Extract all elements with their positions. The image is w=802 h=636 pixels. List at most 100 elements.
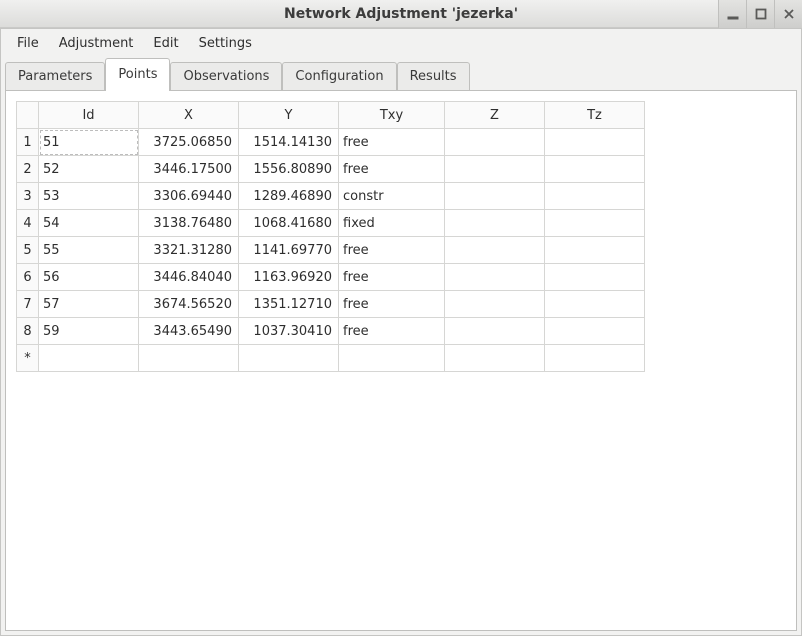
cell-tz[interactable] — [545, 210, 645, 237]
cell-y[interactable] — [239, 345, 339, 372]
table-row[interactable]: 7573674.565201351.12710free — [17, 291, 645, 318]
cell-x[interactable]: 3725.06850 — [139, 129, 239, 156]
row-number[interactable]: 4 — [17, 210, 39, 237]
cell-z[interactable] — [445, 237, 545, 264]
table-row[interactable]: 6563446.840401163.96920free — [17, 264, 645, 291]
cell-tz[interactable] — [545, 264, 645, 291]
cell-id[interactable]: 56 — [39, 264, 139, 291]
table-row[interactable]: 4543138.764801068.41680fixed — [17, 210, 645, 237]
cell-txy[interactable]: free — [339, 237, 445, 264]
cell-z[interactable] — [445, 210, 545, 237]
table-new-row[interactable]: * — [17, 345, 645, 372]
minimize-icon — [727, 8, 739, 20]
col-header-rownum[interactable] — [17, 102, 39, 129]
table-row[interactable]: 3533306.694401289.46890constr — [17, 183, 645, 210]
cell-txy[interactable]: free — [339, 291, 445, 318]
cell-z[interactable] — [445, 156, 545, 183]
cell-txy[interactable]: free — [339, 318, 445, 345]
table-wrap: Id X Y Txy Z Tz 1513725.068501514.14130f… — [16, 101, 786, 620]
titlebar: Network Adjustment 'jezerka' — [0, 0, 802, 28]
row-number[interactable]: 8 — [17, 318, 39, 345]
cell-tz[interactable] — [545, 129, 645, 156]
cell-txy[interactable]: free — [339, 156, 445, 183]
cell-y[interactable]: 1514.14130 — [239, 129, 339, 156]
menu-edit[interactable]: Edit — [145, 33, 186, 54]
cell-id[interactable]: 59 — [39, 318, 139, 345]
cell-y[interactable]: 1141.69770 — [239, 237, 339, 264]
col-header-x[interactable]: X — [139, 102, 239, 129]
close-button[interactable] — [774, 0, 802, 28]
tab-results[interactable]: Results — [397, 62, 470, 90]
cell-id[interactable]: 54 — [39, 210, 139, 237]
cell-x[interactable] — [139, 345, 239, 372]
col-header-z[interactable]: Z — [445, 102, 545, 129]
row-number[interactable]: 2 — [17, 156, 39, 183]
tab-observations[interactable]: Observations — [170, 62, 282, 90]
cell-id[interactable]: 53 — [39, 183, 139, 210]
cell-txy[interactable]: free — [339, 264, 445, 291]
cell-y[interactable]: 1068.41680 — [239, 210, 339, 237]
tab-parameters[interactable]: Parameters — [5, 62, 105, 90]
menu-adjustment[interactable]: Adjustment — [51, 33, 142, 54]
row-number[interactable]: 1 — [17, 129, 39, 156]
table-header-row: Id X Y Txy Z Tz — [17, 102, 645, 129]
titlebar-buttons — [718, 0, 802, 27]
cell-txy[interactable]: constr — [339, 183, 445, 210]
cell-z[interactable] — [445, 183, 545, 210]
points-table[interactable]: Id X Y Txy Z Tz 1513725.068501514.14130f… — [16, 101, 645, 372]
cell-z[interactable] — [445, 129, 545, 156]
table-row[interactable]: 1513725.068501514.14130free — [17, 129, 645, 156]
row-number[interactable]: 7 — [17, 291, 39, 318]
cell-tz[interactable] — [545, 345, 645, 372]
cell-id[interactable]: 57 — [39, 291, 139, 318]
table-row[interactable]: 8593443.654901037.30410free — [17, 318, 645, 345]
tab-configuration[interactable]: Configuration — [282, 62, 396, 90]
cell-x[interactable]: 3443.65490 — [139, 318, 239, 345]
cell-x[interactable]: 3306.69440 — [139, 183, 239, 210]
cell-x[interactable]: 3674.56520 — [139, 291, 239, 318]
col-header-y[interactable]: Y — [239, 102, 339, 129]
cell-txy[interactable] — [339, 345, 445, 372]
cell-y[interactable]: 1351.12710 — [239, 291, 339, 318]
cell-y[interactable]: 1163.96920 — [239, 264, 339, 291]
cell-id[interactable]: 52 — [39, 156, 139, 183]
tab-content: Id X Y Txy Z Tz 1513725.068501514.14130f… — [5, 90, 797, 631]
row-number[interactable]: 5 — [17, 237, 39, 264]
cell-x[interactable]: 3138.76480 — [139, 210, 239, 237]
col-header-tz[interactable]: Tz — [545, 102, 645, 129]
cell-tz[interactable] — [545, 156, 645, 183]
cell-txy[interactable]: fixed — [339, 210, 445, 237]
table-row[interactable]: 2523446.175001556.80890free — [17, 156, 645, 183]
col-header-id[interactable]: Id — [39, 102, 139, 129]
cell-txy[interactable]: free — [339, 129, 445, 156]
row-number[interactable]: * — [17, 345, 39, 372]
cell-z[interactable] — [445, 318, 545, 345]
cell-x[interactable]: 3446.17500 — [139, 156, 239, 183]
cell-id[interactable]: 55 — [39, 237, 139, 264]
cell-id[interactable] — [39, 345, 139, 372]
window-body: File Adjustment Edit Settings Parameters… — [0, 28, 802, 636]
minimize-button[interactable] — [718, 0, 746, 28]
close-icon — [783, 8, 795, 20]
tab-points[interactable]: Points — [105, 58, 170, 90]
cell-id[interactable]: 51 — [39, 129, 139, 156]
row-number[interactable]: 6 — [17, 264, 39, 291]
cell-tz[interactable] — [545, 237, 645, 264]
table-row[interactable]: 5553321.312801141.69770free — [17, 237, 645, 264]
cell-z[interactable] — [445, 264, 545, 291]
menu-file[interactable]: File — [9, 33, 47, 54]
cell-tz[interactable] — [545, 291, 645, 318]
cell-y[interactable]: 1556.80890 — [239, 156, 339, 183]
menu-settings[interactable]: Settings — [191, 33, 260, 54]
col-header-txy[interactable]: Txy — [339, 102, 445, 129]
maximize-button[interactable] — [746, 0, 774, 28]
cell-z[interactable] — [445, 291, 545, 318]
row-number[interactable]: 3 — [17, 183, 39, 210]
cell-x[interactable]: 3446.84040 — [139, 264, 239, 291]
cell-tz[interactable] — [545, 183, 645, 210]
cell-tz[interactable] — [545, 318, 645, 345]
cell-y[interactable]: 1037.30410 — [239, 318, 339, 345]
cell-y[interactable]: 1289.46890 — [239, 183, 339, 210]
cell-x[interactable]: 3321.31280 — [139, 237, 239, 264]
cell-z[interactable] — [445, 345, 545, 372]
